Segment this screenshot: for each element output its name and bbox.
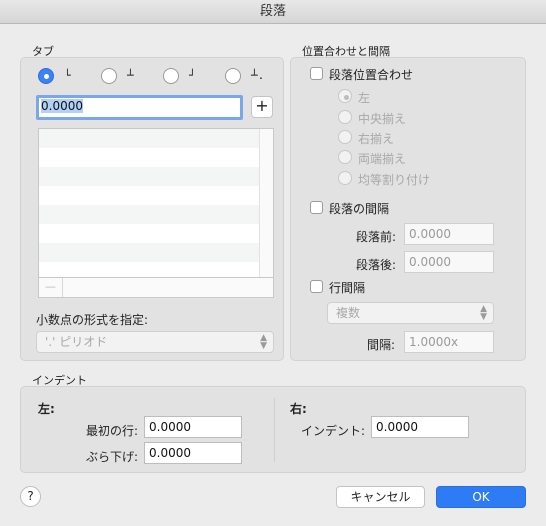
list-row xyxy=(39,205,259,224)
decimal-tab-icon: ┴. xyxy=(251,69,265,82)
first-line-input[interactable]: 0.0000 xyxy=(144,416,242,438)
right-tab-icon: ┘ xyxy=(189,69,196,82)
align-center-label: 中央揃え xyxy=(358,112,407,126)
align-right-radio[interactable] xyxy=(338,130,352,144)
line-spacing-select[interactable]: 複数 ▲ ▼ xyxy=(327,302,494,324)
decimal-format-select[interactable]: '.' ピリオド ▲ ▼ xyxy=(36,331,274,353)
ok-button[interactable]: OK xyxy=(436,486,526,508)
line-spacing-label: 行間隔 xyxy=(329,281,366,295)
tab-type-right-radio[interactable] xyxy=(163,68,179,84)
list-row xyxy=(39,243,259,262)
paragraph-spacing-checkbox[interactable] xyxy=(310,201,323,214)
window-title: 段落 xyxy=(0,0,546,24)
list-scrollbar[interactable] xyxy=(259,129,273,277)
tab-type-center-radio[interactable] xyxy=(101,68,117,84)
tab-position-input[interactable]: 0.0000 xyxy=(36,95,243,120)
paragraph-alignment-label: 段落位置合わせ xyxy=(329,68,414,82)
tab-list-footer: — xyxy=(38,278,274,298)
align-justify-label: 両端揃え xyxy=(358,152,407,166)
align-distributed-radio[interactable] xyxy=(338,171,352,185)
right-indent-title: 右: xyxy=(290,402,307,416)
center-tab-icon: ┴ xyxy=(127,69,134,82)
align-left-radio[interactable] xyxy=(338,89,352,103)
select-arrows-icon: ▲ ▼ xyxy=(480,304,487,322)
decimal-format-value: '.' ピリオド xyxy=(45,335,108,349)
list-row xyxy=(39,167,259,186)
align-right-label: 右揃え xyxy=(358,132,395,146)
tab-type-left-radio[interactable] xyxy=(38,68,54,84)
first-line-label: 最初の行: xyxy=(86,424,139,438)
select-arrows-icon: ▲ ▼ xyxy=(260,333,267,351)
add-tab-button[interactable]: + xyxy=(251,96,273,118)
help-button[interactable]: ? xyxy=(20,486,41,507)
align-center-radio[interactable] xyxy=(338,110,352,124)
space-before-label: 段落前: xyxy=(356,230,397,244)
list-row xyxy=(39,129,259,148)
tab-position-value: 0.0000 xyxy=(41,99,83,113)
spacing-amount-label: 間隔: xyxy=(367,338,396,352)
right-indent-label: インデント: xyxy=(301,424,366,438)
indent-divider xyxy=(274,398,275,462)
align-distributed-label: 均等割り付け xyxy=(358,173,431,187)
space-after-label: 段落後: xyxy=(356,258,397,272)
left-tab-icon: └ xyxy=(64,69,71,82)
list-row xyxy=(39,148,259,167)
spacing-amount-input[interactable]: 1.0000x xyxy=(404,331,494,353)
cancel-button[interactable]: キャンセル xyxy=(336,486,425,508)
remove-tab-button[interactable]: — xyxy=(39,278,63,297)
hanging-input[interactable]: 0.0000 xyxy=(144,442,242,464)
line-spacing-checkbox[interactable] xyxy=(310,280,323,293)
space-after-input[interactable]: 0.0000 xyxy=(404,251,494,273)
space-before-input[interactable]: 0.0000 xyxy=(404,223,494,245)
paragraph-dialog: 段落 タブ └ ┴ ┘ ┴. 0.0000 + — 小数点の形式を指定: '.'… xyxy=(0,0,546,526)
tab-stops-list[interactable] xyxy=(38,128,274,278)
list-row xyxy=(39,262,259,277)
list-row xyxy=(39,186,259,205)
align-left-label: 左 xyxy=(358,91,371,105)
align-justify-radio[interactable] xyxy=(338,150,352,164)
tab-type-decimal-radio[interactable] xyxy=(225,68,241,84)
right-indent-input[interactable]: 0.0000 xyxy=(371,416,469,438)
list-row xyxy=(39,224,259,243)
hanging-label: ぶら下げ: xyxy=(86,450,139,464)
paragraph-spacing-label: 段落の間隔 xyxy=(329,202,390,216)
paragraph-alignment-checkbox[interactable] xyxy=(310,67,323,80)
left-indent-title: 左: xyxy=(38,402,55,416)
decimal-format-label: 小数点の形式を指定: xyxy=(36,313,149,327)
line-spacing-value: 複数 xyxy=(336,306,361,320)
